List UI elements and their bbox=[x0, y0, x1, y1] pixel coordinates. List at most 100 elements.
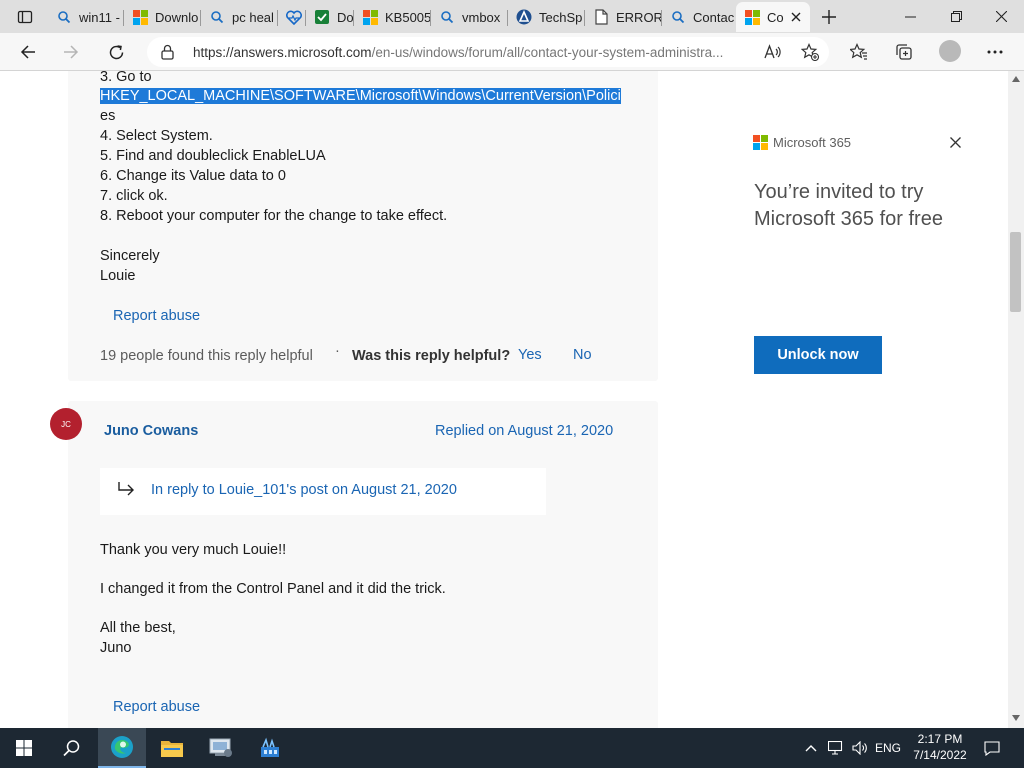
helpful-no-button[interactable]: No bbox=[573, 347, 592, 363]
restore-button[interactable] bbox=[933, 0, 979, 33]
action-center-button[interactable] bbox=[978, 728, 1006, 768]
in-reply-to-box[interactable]: In reply to Louie_101's post on August 2… bbox=[100, 468, 546, 515]
network-app-icon bbox=[261, 737, 279, 757]
search-icon bbox=[670, 9, 686, 25]
tab-actions-icon bbox=[17, 10, 33, 24]
arrow-left-icon bbox=[20, 45, 35, 59]
tab-title: win11 - bbox=[79, 9, 120, 25]
notification-icon bbox=[984, 740, 1000, 756]
closing: Sincerely bbox=[100, 248, 160, 264]
scroll-down-icon[interactable] bbox=[1012, 715, 1020, 721]
windows-logo-icon bbox=[362, 9, 378, 25]
microsoft-logo-icon bbox=[744, 9, 760, 25]
minimize-button[interactable] bbox=[887, 0, 933, 33]
reply-arrow-icon bbox=[118, 482, 134, 496]
tab-pc-health[interactable]: pc heal bbox=[201, 2, 278, 32]
tab-download[interactable]: Downlo bbox=[124, 2, 201, 32]
tab-dov[interactable]: Dov bbox=[306, 2, 354, 32]
search-button[interactable] bbox=[48, 728, 96, 768]
report-abuse-link[interactable]: Report abuse bbox=[113, 308, 200, 324]
replied-date[interactable]: Replied on August 21, 2020 bbox=[435, 423, 613, 439]
selected-text: HKEY_LOCAL_MACHINE\SOFTWARE\Microsoft\Wi… bbox=[100, 88, 621, 104]
tab-actions-button[interactable] bbox=[8, 4, 42, 30]
close-tab-icon[interactable] bbox=[788, 9, 804, 25]
refresh-icon bbox=[109, 44, 123, 59]
add-favorite-button[interactable] bbox=[795, 37, 825, 67]
helpful-count: 19 people found this reply helpful bbox=[100, 348, 313, 364]
search-icon bbox=[209, 9, 225, 25]
separator-dot: · bbox=[335, 343, 340, 359]
read-aloud-button[interactable] bbox=[758, 37, 788, 67]
start-button[interactable] bbox=[0, 728, 48, 768]
close-icon bbox=[995, 11, 1007, 22]
step-5: 5. Find and doubleclick EnableLUA bbox=[100, 148, 326, 164]
browser-toolbar: https://answers.microsoft.com/en-us/wind… bbox=[0, 33, 1024, 71]
tab-health-app[interactable] bbox=[278, 2, 306, 32]
reply-line-3: All the best, bbox=[100, 620, 176, 636]
clock-date: 7/14/2022 bbox=[913, 748, 967, 762]
reply-card-louie bbox=[68, 71, 658, 381]
volume-tray-icon[interactable] bbox=[848, 728, 872, 768]
checkbox-icon bbox=[314, 9, 330, 25]
tab-title: Downlo bbox=[155, 9, 199, 25]
network-icon bbox=[827, 741, 842, 755]
close-icon bbox=[949, 136, 961, 148]
report-abuse-link-2[interactable]: Report abuse bbox=[113, 699, 200, 715]
refresh-button[interactable] bbox=[101, 37, 131, 67]
network-tray-icon[interactable] bbox=[824, 728, 848, 768]
document-icon bbox=[593, 9, 609, 25]
file-explorer-button[interactable] bbox=[148, 728, 196, 768]
scroll-up-icon[interactable] bbox=[1012, 76, 1020, 82]
reply-signature: Juno bbox=[100, 640, 132, 656]
ad-brand: Microsoft 365 bbox=[753, 135, 851, 150]
back-button[interactable] bbox=[13, 37, 43, 67]
tab-title: Co bbox=[767, 9, 784, 25]
user-avatar[interactable]: JC bbox=[50, 408, 82, 440]
plus-icon bbox=[822, 10, 836, 24]
tab-kb5005[interactable]: KB5005 bbox=[354, 2, 431, 32]
tab-title: vmbox bbox=[462, 9, 501, 25]
tab-techspot[interactable]: TechSp bbox=[508, 2, 585, 32]
close-window-button[interactable] bbox=[978, 0, 1024, 33]
speaker-icon bbox=[851, 741, 867, 755]
lock-icon[interactable] bbox=[161, 44, 174, 65]
registry-path-end: es bbox=[100, 108, 116, 124]
author-name[interactable]: Juno Cowans bbox=[104, 423, 198, 439]
tab-title: Contac bbox=[693, 9, 735, 25]
tab-contact[interactable]: Contac bbox=[662, 2, 736, 32]
scrollbar[interactable] bbox=[1008, 71, 1024, 728]
favorites-button[interactable] bbox=[844, 37, 874, 67]
edge-icon bbox=[111, 736, 133, 758]
ad-close-button[interactable] bbox=[946, 133, 964, 151]
reply-line-2: I changed it from the Control Panel and … bbox=[100, 581, 446, 597]
app-taskbar-button[interactable] bbox=[197, 728, 245, 768]
helpful-yes-button[interactable]: Yes bbox=[518, 347, 542, 363]
language-indicator[interactable]: ENG bbox=[872, 728, 904, 768]
helpful-question: Was this reply helpful? bbox=[352, 348, 511, 364]
tab-error[interactable]: ERROR bbox=[585, 2, 662, 32]
show-hidden-icons[interactable] bbox=[800, 728, 822, 768]
network-app-button[interactable] bbox=[246, 728, 294, 768]
tab-contact-active[interactable]: Co bbox=[736, 2, 810, 32]
tab-title: Dov bbox=[337, 9, 354, 25]
clock[interactable]: 2:17 PM 7/14/2022 bbox=[906, 731, 974, 763]
profile-avatar[interactable] bbox=[939, 40, 961, 62]
scroll-thumb[interactable] bbox=[1010, 232, 1021, 312]
unlock-now-button[interactable]: Unlock now bbox=[754, 336, 882, 374]
collections-button[interactable] bbox=[889, 37, 919, 67]
registry-path[interactable]: HKEY_LOCAL_MACHINE\SOFTWARE\Microsoft\Wi… bbox=[100, 88, 621, 104]
reply-card-juno bbox=[68, 401, 658, 728]
settings-more-button[interactable] bbox=[980, 37, 1010, 67]
new-tab-button[interactable] bbox=[816, 4, 842, 30]
url-text[interactable]: https://answers.microsoft.com/en-us/wind… bbox=[193, 45, 759, 60]
ad-brand-label: Microsoft 365 bbox=[773, 135, 852, 150]
in-reply-to-link[interactable]: In reply to Louie_101's post on August 2… bbox=[151, 482, 457, 498]
collections-icon bbox=[896, 44, 912, 60]
address-bar[interactable]: https://answers.microsoft.com/en-us/wind… bbox=[147, 37, 829, 67]
forward-button[interactable] bbox=[56, 37, 86, 67]
tab-vmbox[interactable]: vmbox bbox=[431, 2, 508, 32]
microsoft-logo-icon bbox=[753, 135, 768, 150]
chevron-up-icon bbox=[805, 745, 817, 752]
tab-win11[interactable]: win11 - bbox=[48, 2, 124, 32]
edge-taskbar-button[interactable] bbox=[98, 728, 146, 768]
